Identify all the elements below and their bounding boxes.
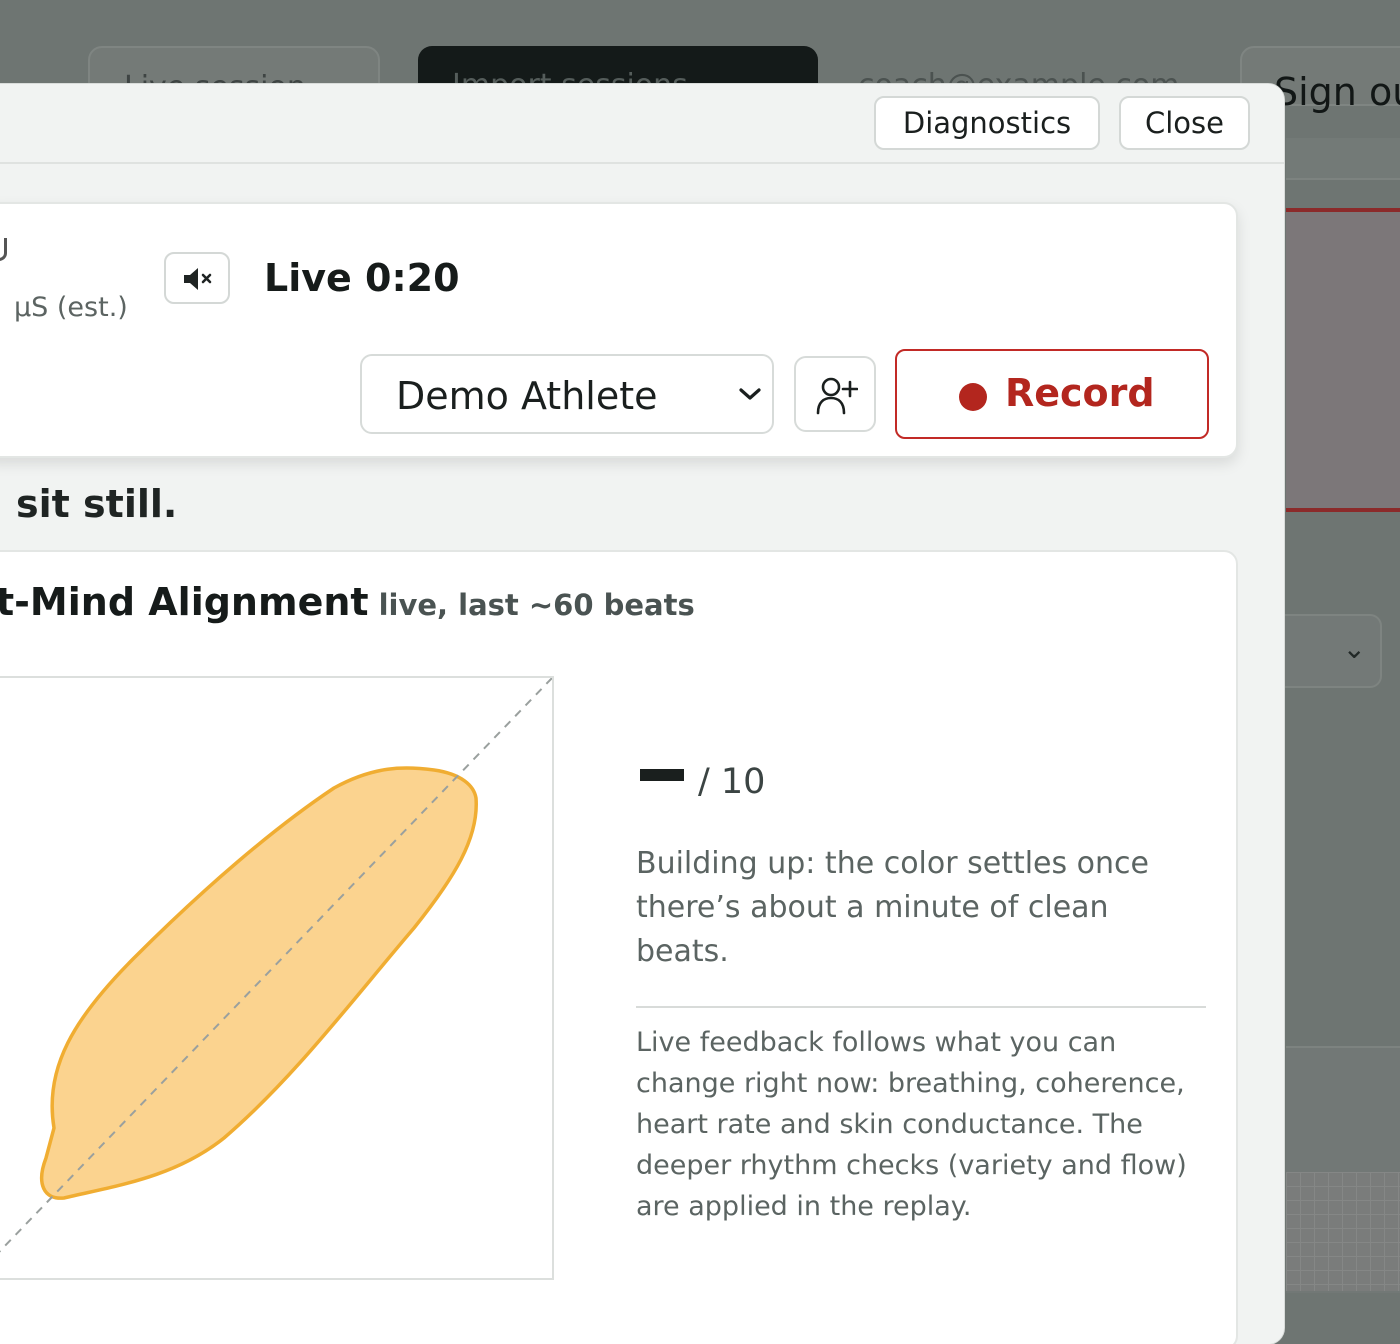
record-label: Record	[1005, 371, 1155, 415]
alignment-heading: t-Mind Alignment live, last ~60 beats	[0, 580, 695, 624]
bg-sign-out-label: Sign out	[1274, 70, 1400, 114]
speaker-muted-icon	[184, 268, 212, 290]
record-button[interactable]: Record	[895, 349, 1209, 439]
athlete-select-value: Demo Athlete	[396, 374, 658, 418]
bg-record-panel	[1286, 208, 1400, 512]
add-user-icon	[816, 377, 858, 415]
chevron-down-icon: ⌄	[1342, 632, 1366, 665]
alignment-plot	[0, 676, 554, 1280]
session-modal: Diagnostics Close µS (est.) Live 0:20 De…	[0, 84, 1284, 1344]
athlete-select[interactable]: Demo Athlete	[360, 354, 774, 434]
bg-toolbar-strip	[1286, 138, 1400, 180]
close-button[interactable]: Close	[1119, 96, 1250, 150]
diagnostics-button[interactable]: Diagnostics	[874, 96, 1100, 150]
session-controls-card: µS (est.) Live 0:20 Demo Athlete Record	[0, 202, 1238, 458]
live-timer: Live 0:20	[264, 256, 460, 300]
score-max: / 10	[698, 762, 766, 802]
truncated-gauge	[0, 238, 7, 261]
record-dot-icon	[959, 383, 987, 411]
modal-header: Diagnostics Close	[0, 84, 1284, 164]
instruction-text: sit still.	[16, 482, 178, 526]
alignment-subtitle: live, last ~60 beats	[378, 588, 695, 622]
alignment-note-text: Live feedback follows what you can chang…	[636, 1027, 1187, 1222]
bg-grid-chart	[1286, 1172, 1400, 1291]
chevron-down-icon	[739, 388, 761, 400]
mute-button[interactable]	[164, 252, 230, 304]
alignment-score: / 10	[640, 762, 765, 802]
alignment-card: t-Mind Alignment live, last ~60 beats / 1…	[0, 550, 1238, 1344]
score-value-placeholder	[640, 768, 684, 781]
alignment-title: t-Mind Alignment	[0, 580, 369, 624]
alignment-plot-svg	[0, 677, 553, 1253]
bg-select: ⌄	[1270, 614, 1382, 688]
divider	[636, 1006, 1206, 1008]
skin-conductance-unit: µS (est.)	[14, 292, 128, 323]
alignment-status-text: Building up: the color settles once ther…	[636, 846, 1150, 969]
add-athlete-button[interactable]	[794, 356, 876, 432]
